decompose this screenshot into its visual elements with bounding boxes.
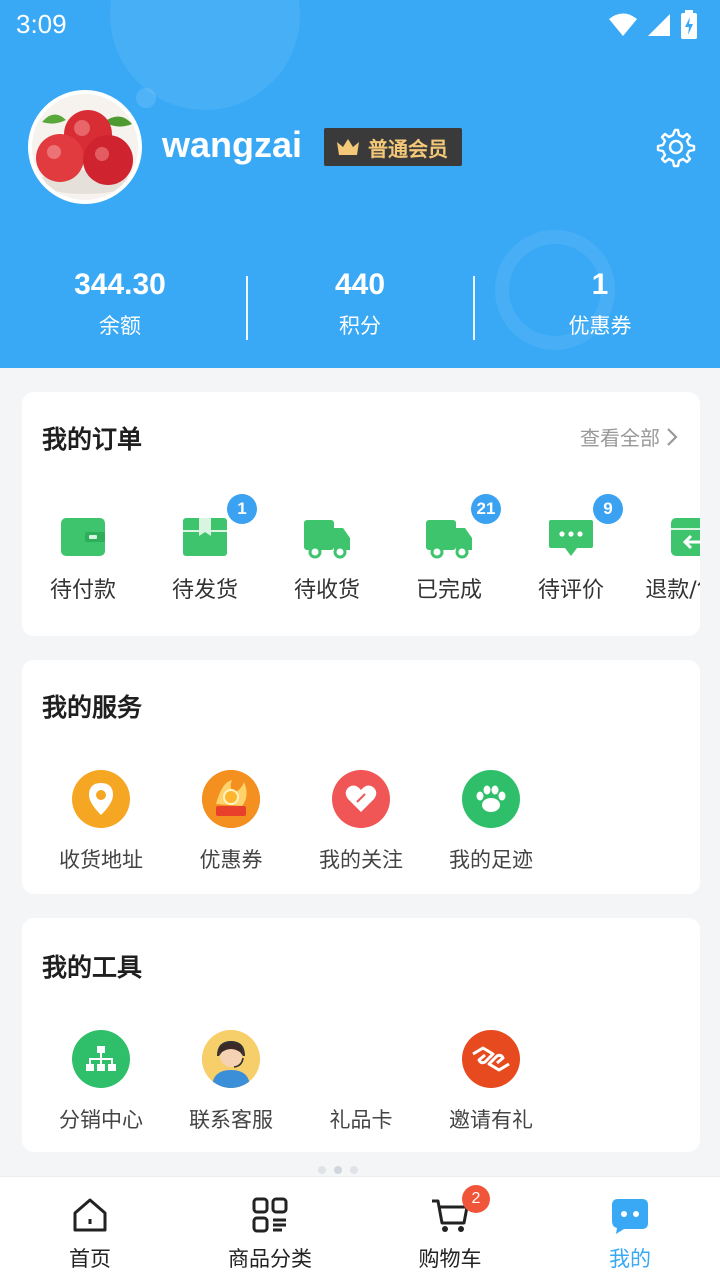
heart-icon — [345, 785, 377, 812]
cart-count-badge: 2 — [462, 1185, 490, 1213]
stat-label: 优惠券 — [568, 314, 632, 338]
order-pending-review[interactable]: 9 待评价 — [510, 494, 632, 604]
page-indicator — [318, 1166, 358, 1174]
stat-value: 1 — [591, 268, 609, 301]
tab-label: 商品分类 — [228, 1247, 312, 1271]
comment-icon — [549, 520, 593, 556]
org-chart-icon — [86, 1046, 116, 1071]
signal-icon — [648, 14, 670, 36]
paw-icon — [476, 785, 506, 812]
profile-chat-icon — [612, 1199, 648, 1234]
service-label: 我的足迹 — [449, 848, 533, 872]
category-icon — [252, 1197, 288, 1233]
battery-icon — [681, 10, 697, 39]
order-pending-receipt[interactable]: 待收货 — [266, 494, 388, 604]
stat-points[interactable]: 440 积分 — [240, 262, 480, 352]
tab-profile[interactable]: 我的 — [540, 1177, 720, 1280]
tab-cart[interactable]: 2 购物车 — [360, 1177, 540, 1280]
coupon-icon — [202, 770, 260, 828]
member-level-text: 普通会员 — [368, 136, 448, 161]
order-status-label: 待评价 — [537, 578, 604, 603]
gift-card-icon — [332, 1030, 390, 1088]
home-icon — [73, 1198, 107, 1232]
avatar[interactable] — [28, 90, 142, 204]
crown-icon — [337, 139, 359, 155]
services-card: 我的服务 收货地址 优惠券 我的关注 我的足迹 — [22, 660, 700, 894]
service-label: 优惠券 — [199, 848, 263, 872]
service-coupons[interactable]: 优惠券 — [166, 770, 296, 874]
stat-label: 余额 — [99, 314, 141, 338]
settings-gear-icon[interactable] — [654, 126, 696, 168]
tool-label: 分销中心 — [59, 1108, 143, 1132]
wallet-icon — [61, 518, 105, 556]
stat-value: 440 — [334, 268, 386, 301]
order-count-badge: 21 — [471, 494, 501, 524]
stat-divider — [473, 276, 475, 340]
tool-distribution-center[interactable]: 分销中心 — [36, 1030, 166, 1134]
tool-label: 礼品卡 — [329, 1108, 393, 1132]
profile-header: 3:09 wangzai 普通会员 344.30 余额 440 积分 1 优惠券 — [0, 0, 720, 368]
tool-label: 联系客服 — [189, 1108, 273, 1132]
order-status-label: 待发货 — [171, 578, 238, 603]
tab-categories[interactable]: 商品分类 — [180, 1177, 360, 1280]
order-count-badge: 1 — [227, 494, 257, 524]
service-label: 收货地址 — [59, 848, 143, 872]
orders-title: 我的订单 — [42, 425, 143, 454]
services-title: 我的服务 — [42, 693, 143, 722]
tool-invite-reward[interactable]: 邀请有礼 — [426, 1030, 556, 1134]
stat-divider — [246, 276, 248, 340]
location-pin-icon — [89, 783, 113, 815]
order-refund[interactable]: 退款/售后 — [632, 494, 700, 604]
service-label: 我的关注 — [319, 848, 403, 872]
order-pending-shipment[interactable]: 1 待发货 — [144, 494, 266, 604]
service-footprints[interactable]: 我的足迹 — [426, 770, 556, 874]
truck-done-icon — [426, 520, 472, 559]
stat-balance[interactable]: 344.30 余额 — [0, 262, 240, 352]
order-status-label: 已完成 — [415, 578, 482, 603]
account-stats: 344.30 余额 440 积分 1 优惠券 — [0, 262, 720, 352]
service-address[interactable]: 收货地址 — [36, 770, 166, 874]
order-status-label: 待收货 — [293, 578, 360, 603]
tool-gift-card[interactable]: 礼品卡 — [296, 1030, 426, 1134]
tools-title: 我的工具 — [42, 953, 143, 982]
chevron-right-icon — [667, 427, 678, 446]
member-level-badge: 普通会员 — [324, 128, 462, 166]
refund-icon — [671, 518, 700, 556]
stat-coupons[interactable]: 1 优惠券 — [480, 262, 720, 352]
tool-customer-service[interactable]: 联系客服 — [166, 1030, 296, 1134]
wifi-icon — [609, 13, 637, 36]
order-status-label: 待付款 — [49, 578, 116, 603]
header-decoration — [136, 88, 156, 108]
tool-label: 邀请有礼 — [449, 1108, 533, 1132]
handshake-icon — [472, 1046, 510, 1072]
order-status-row: 待付款 1 待发货 待收货 21 已完成 9 待评价 退款/ — [22, 494, 700, 604]
tab-label: 首页 — [69, 1247, 111, 1271]
bottom-tab-bar: 首页 商品分类 2 购物车 我的 — [0, 1176, 720, 1280]
order-count-badge: 9 — [593, 494, 623, 524]
order-completed[interactable]: 21 已完成 — [388, 494, 510, 604]
tab-home[interactable]: 首页 — [0, 1177, 180, 1280]
status-bar: 3:09 — [0, 0, 720, 48]
view-all-label: 查看全部 — [580, 426, 660, 450]
view-all-orders-link[interactable]: 查看全部 — [580, 422, 678, 451]
orders-card: 我的订单 查看全部 待付款 1 待发货 待收货 21 已完成 9 待评价 退款/ — [22, 392, 700, 636]
status-time: 3:09 — [16, 9, 67, 39]
apple-avatar-image — [32, 94, 138, 200]
stat-value: 344.30 — [74, 268, 166, 301]
tab-label: 我的 — [609, 1247, 651, 1271]
truck-icon — [304, 520, 350, 559]
username: wangzai — [162, 124, 303, 165]
tab-label: 购物车 — [418, 1247, 482, 1271]
package-icon — [183, 518, 227, 556]
order-pending-payment[interactable]: 待付款 — [22, 494, 144, 604]
tools-card: 我的工具 分销中心 联系客服 礼品卡 邀请有礼 — [22, 918, 700, 1152]
order-status-label: 退款/售后 — [645, 578, 700, 603]
stat-label: 积分 — [339, 314, 381, 338]
service-favorites[interactable]: 我的关注 — [296, 770, 426, 874]
customer-service-icon — [202, 1030, 260, 1088]
